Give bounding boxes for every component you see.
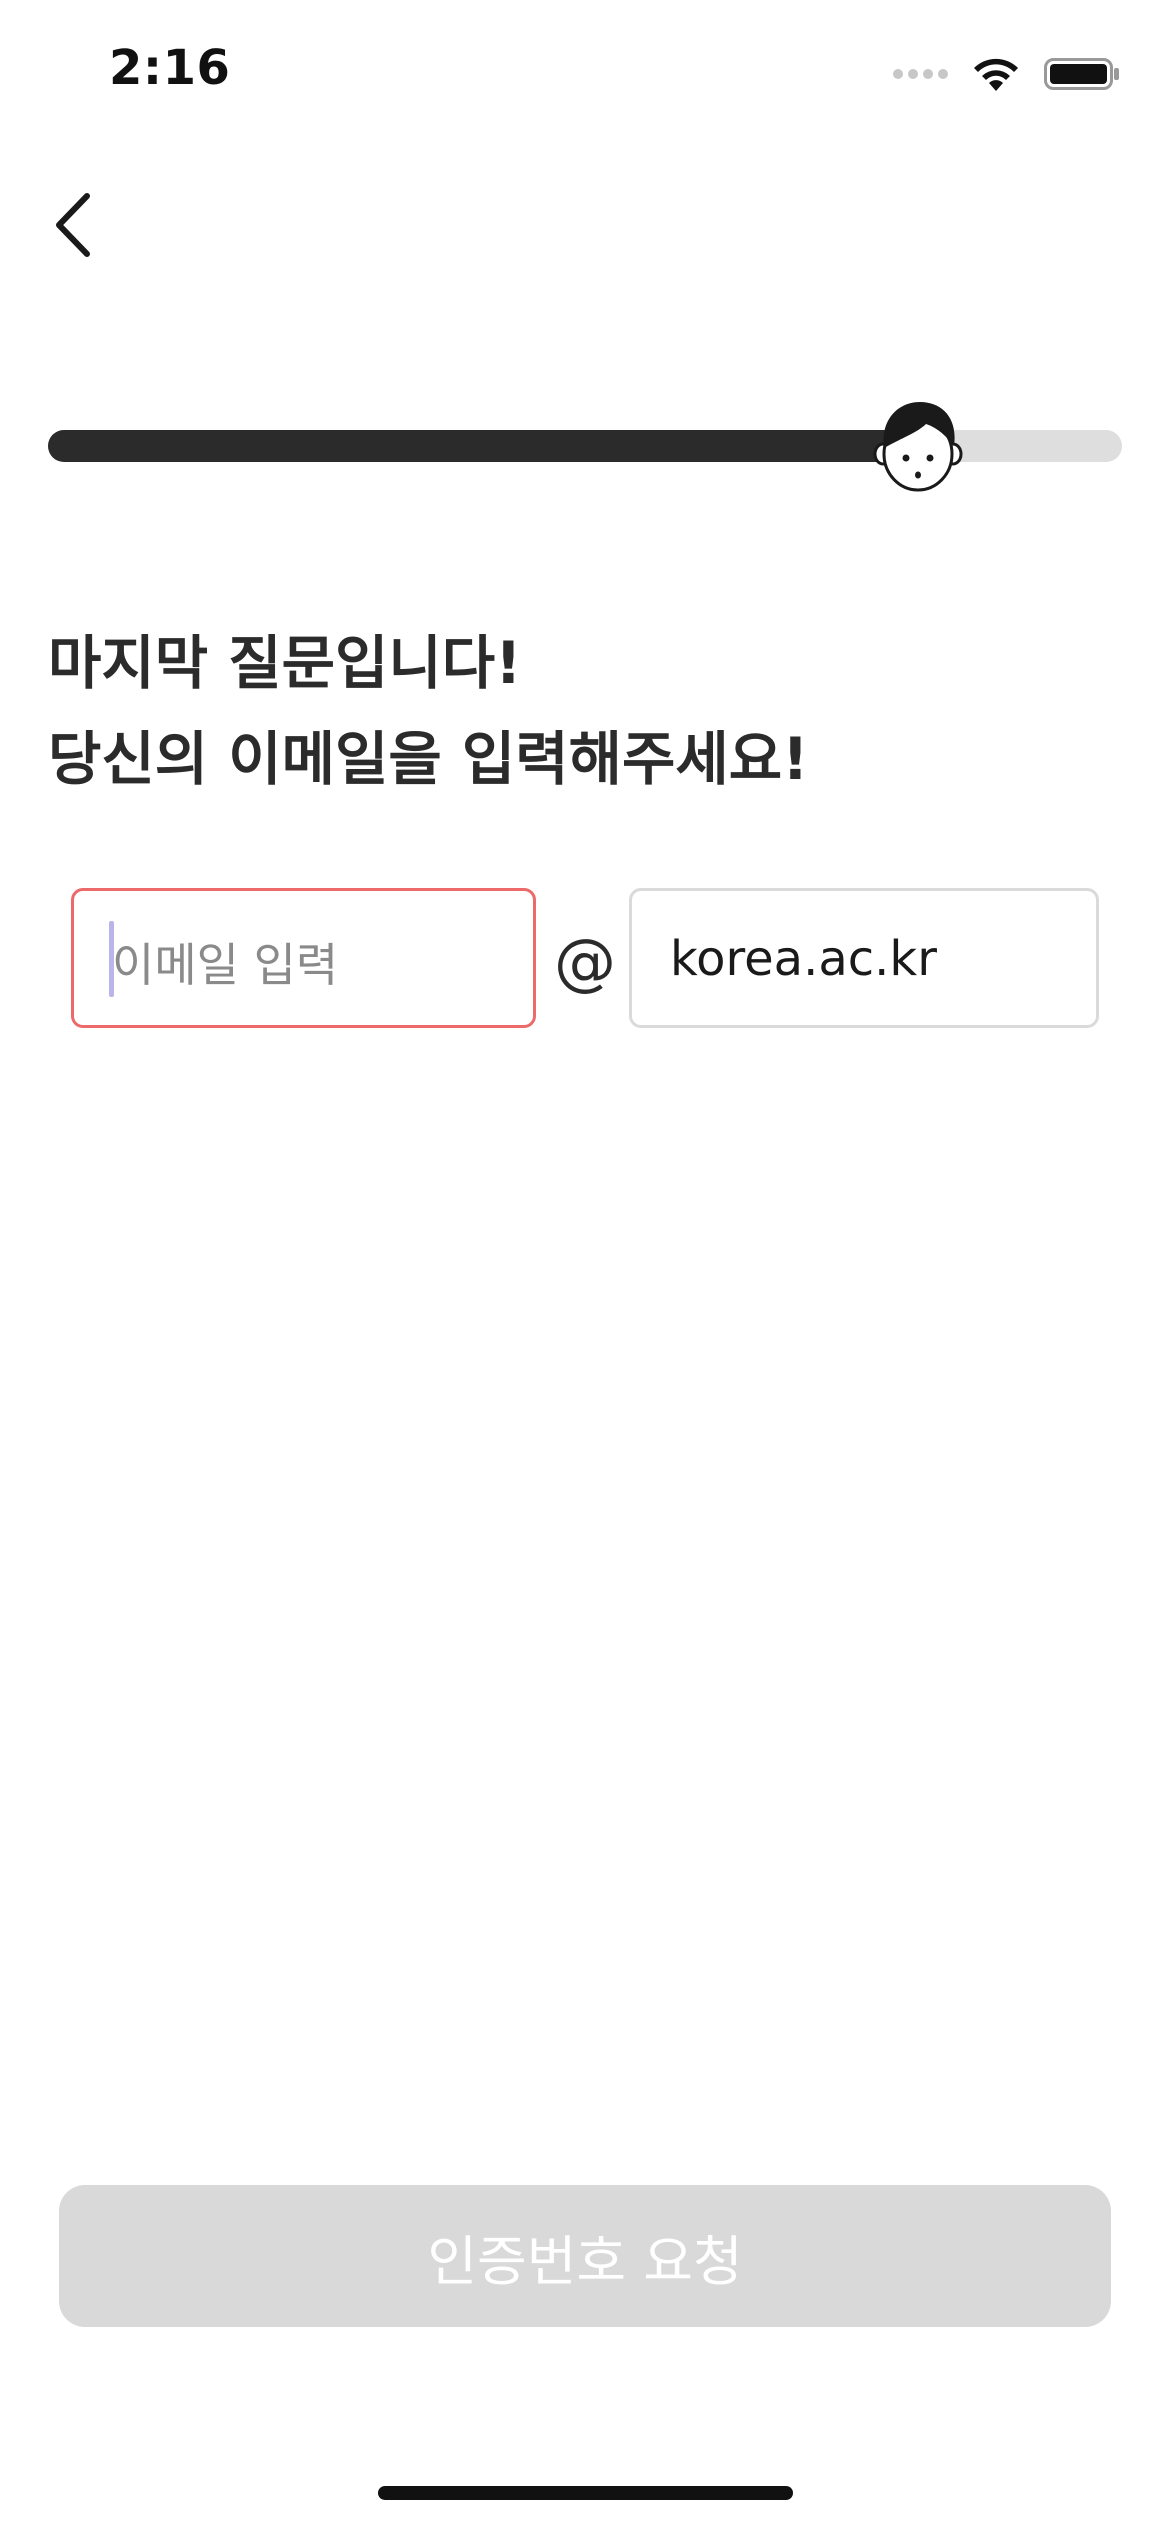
progress-fill <box>48 430 918 462</box>
title-line-2: 당신의 이메일을 입력해주세요! <box>48 725 809 793</box>
cellular-signal-icon <box>893 69 948 79</box>
page-title: 마지막 질문입니다! 당신의 이메일을 입력해주세요! <box>48 615 809 807</box>
at-sign-label: @ <box>554 925 616 998</box>
home-indicator <box>378 2486 793 2500</box>
signup-email-screen: 2:16 마지막 질문입니다! 당신의 이메일을 입력해주세요! 이메일 입력 … <box>0 0 1170 2532</box>
status-time: 2:16 <box>109 40 231 96</box>
email-input-placeholder: 이메일 입력 <box>112 938 339 992</box>
title-line-1: 마지막 질문입니다! <box>48 629 522 697</box>
chevron-left-icon <box>56 193 90 257</box>
request-verification-code-button[interactable]: 인증번호 요청 <box>59 2185 1111 2327</box>
battery-icon <box>1044 58 1119 90</box>
boy-face-icon <box>873 402 963 492</box>
back-button[interactable] <box>38 185 108 265</box>
status-icons <box>893 52 1120 96</box>
email-domain-value: korea.ac.kr <box>670 931 937 987</box>
email-local-part-input[interactable]: 이메일 입력 <box>71 888 536 1028</box>
wifi-icon <box>974 58 1018 91</box>
email-domain-field[interactable]: korea.ac.kr <box>629 888 1099 1028</box>
